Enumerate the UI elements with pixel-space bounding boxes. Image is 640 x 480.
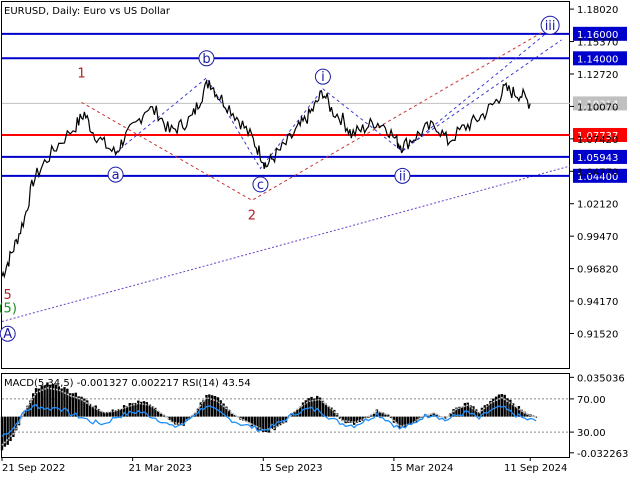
chart-root: EURUSD, Daily: Euro vs US Dollar MACD(5,… xyxy=(0,0,640,480)
x-tick-label-2: 15 Sep 2023 xyxy=(259,463,322,474)
chart-svg: EURUSD, Daily: Euro vs US Dollar MACD(5,… xyxy=(0,0,640,480)
wave-label-8: i xyxy=(321,70,325,85)
y-tick-label-6: 1.02120 xyxy=(577,200,618,211)
x-tick-label-1: 21 Mar 2023 xyxy=(129,463,192,474)
wave-label-4: A xyxy=(3,327,12,342)
main-chart-title: EURUSD, Daily: Euro vs US Dollar xyxy=(4,6,171,17)
ind-tick-label-3: -0.032263 xyxy=(577,449,628,460)
y-tick-label-10: 0.91520 xyxy=(577,329,618,340)
wave-label-10: iii xyxy=(545,19,556,34)
y-tick-label-7: 0.99470 xyxy=(577,232,618,243)
x-tick-label-3: 15 Mar 2024 xyxy=(390,463,453,474)
x-tick-label-0: 21 Sep 2022 xyxy=(2,463,65,474)
ind-tick-label-1: 70.00 xyxy=(577,395,606,406)
y-tick-label-4: 1.07420 xyxy=(577,135,618,146)
wave-label-6: b xyxy=(202,52,210,67)
wave-label-0: 1 xyxy=(77,66,85,81)
y-tick-label-9: 0.94170 xyxy=(577,297,618,308)
wave-label-3: (5) xyxy=(0,302,17,317)
ind-tick-label-0: 0.035036 xyxy=(577,373,625,384)
y-tick-label-0: 1.18020 xyxy=(577,5,618,16)
ind-tick-label-2: 30.00 xyxy=(577,428,606,439)
y-tick-label-3: 1.10070 xyxy=(577,102,618,113)
y-tick-label-8: 0.96820 xyxy=(577,265,618,276)
y-tick-label-1: 1.15370 xyxy=(577,38,618,49)
y-tick-label-2: 1.12720 xyxy=(577,70,618,81)
x-tick-label-4: 11 Sep 2024 xyxy=(504,463,567,474)
wave-label-9: ii xyxy=(399,169,406,184)
wave-label-1: 2 xyxy=(248,208,256,223)
level-tag-label-1: 1.14000 xyxy=(577,54,618,65)
level-tag-label-4: 1.05943 xyxy=(577,153,618,164)
y-tick-label-5: 1.04770 xyxy=(577,167,618,178)
wave-label-7: c xyxy=(257,178,264,193)
wave-label-5: a xyxy=(112,168,120,183)
